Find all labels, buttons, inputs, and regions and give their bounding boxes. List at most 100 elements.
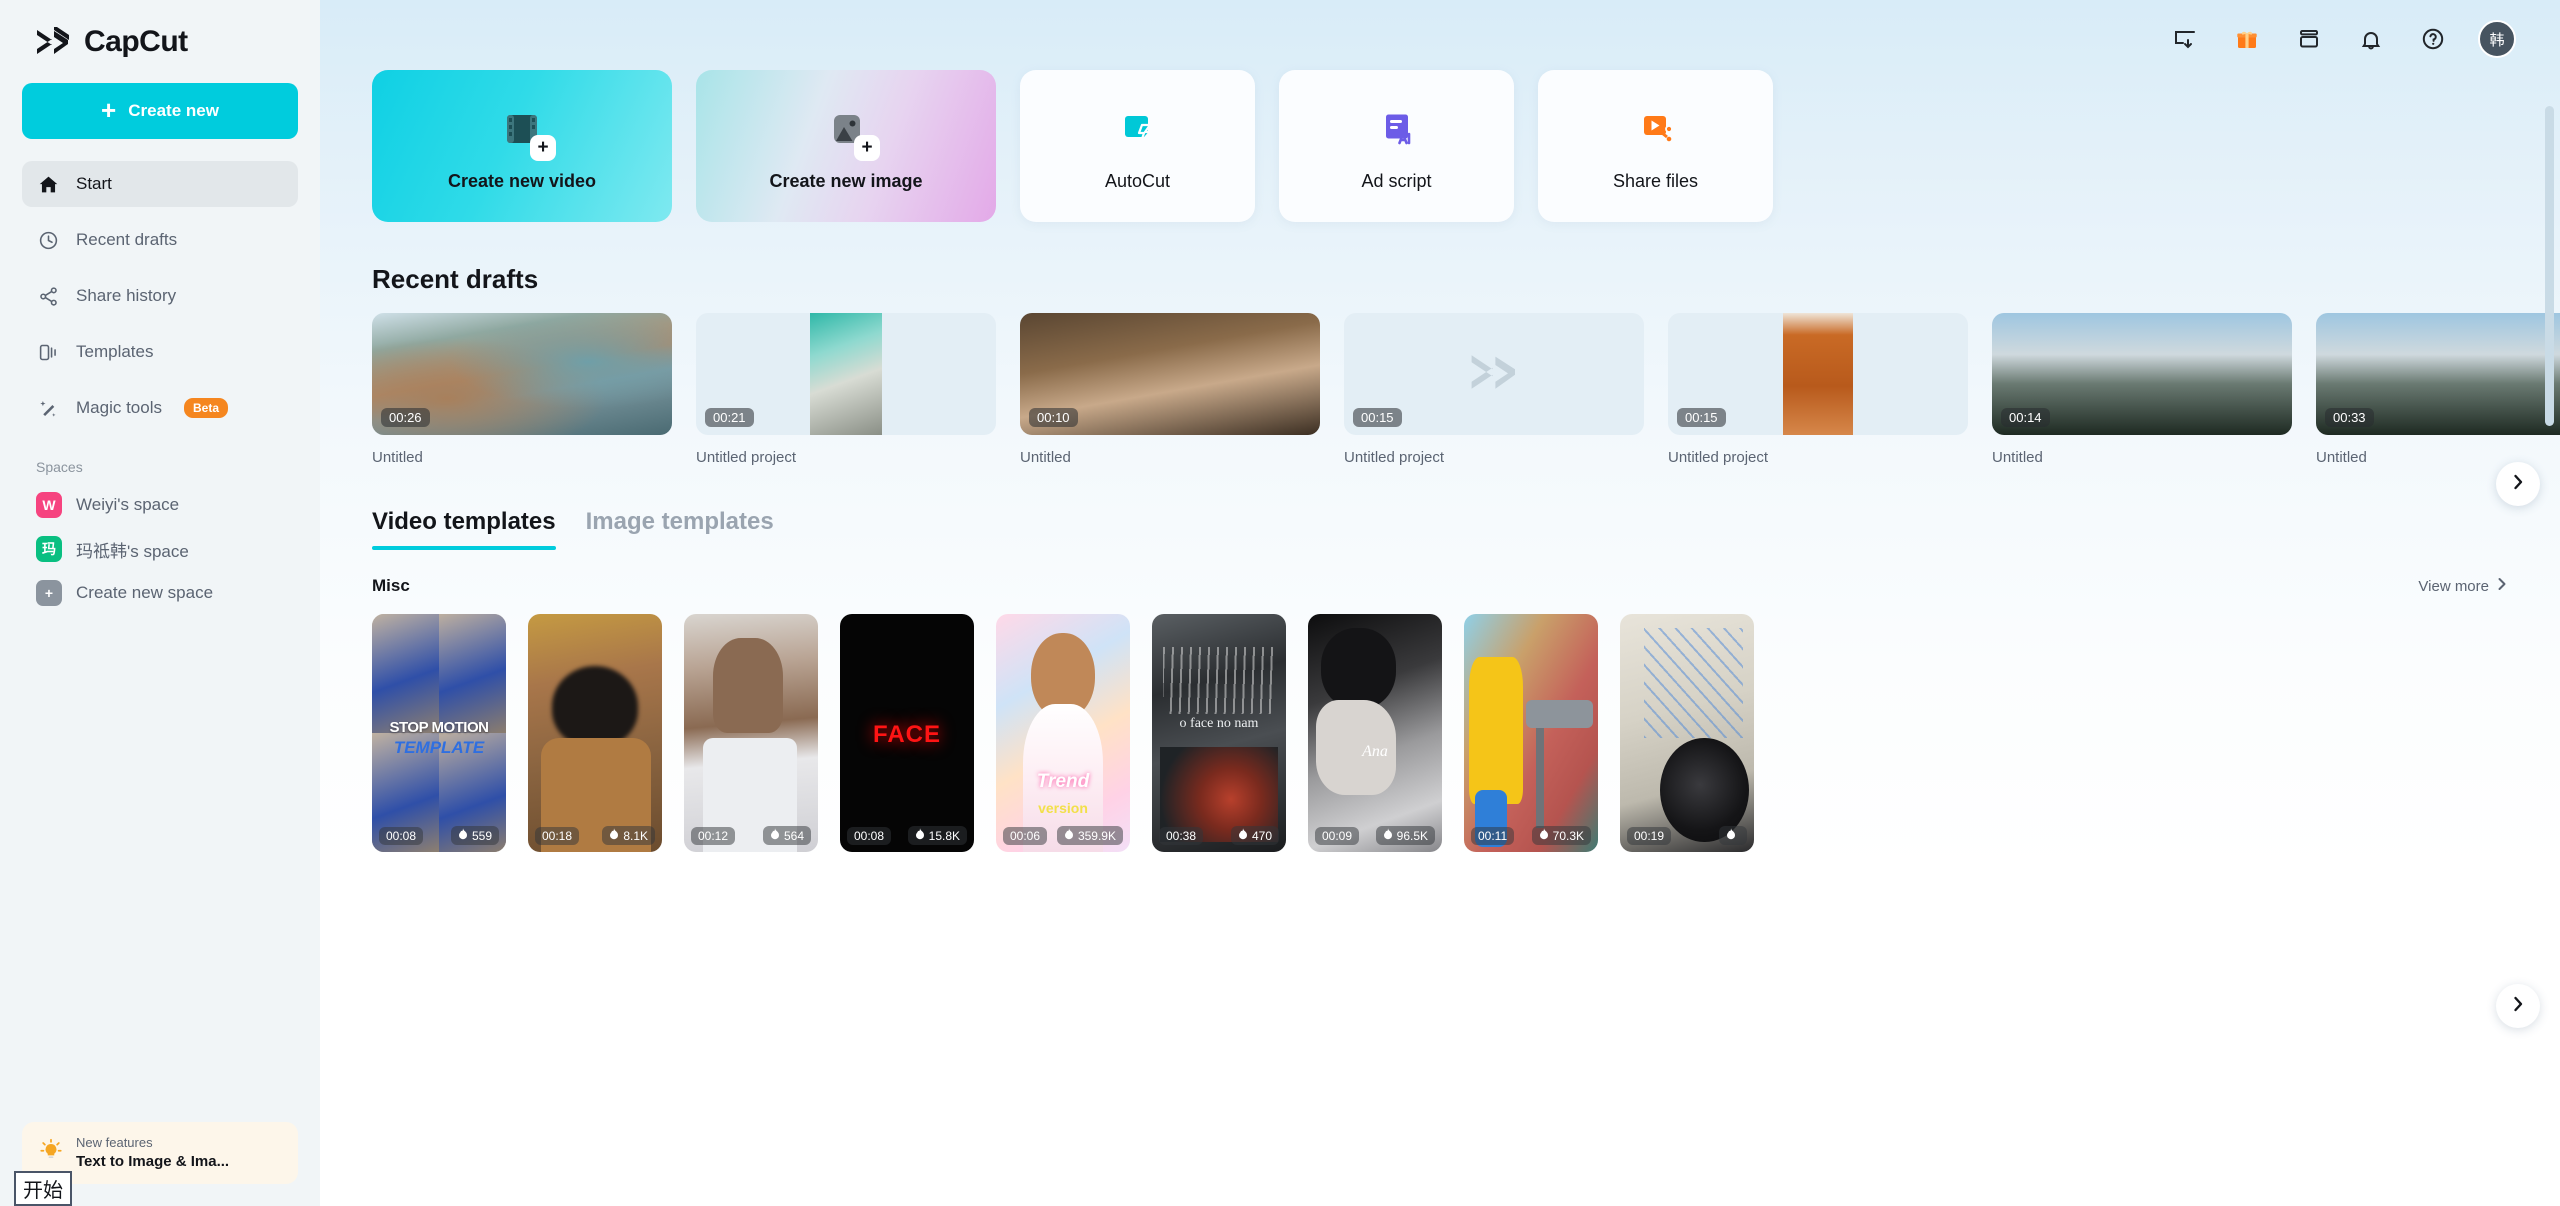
create-new-button[interactable]: + Create new — [22, 83, 298, 139]
flame-icon — [609, 828, 619, 843]
avatar: W — [36, 492, 62, 518]
draft-thumbnail[interactable]: 00:15 — [1344, 313, 1644, 435]
vertical-scrollbar[interactable] — [2545, 106, 2554, 426]
template-card[interactable]: 00:11 70.3K — [1464, 614, 1598, 852]
draft-card[interactable]: 00:15 Untitled project — [1668, 313, 1968, 466]
template-card[interactable]: 00:19 — [1620, 614, 1754, 852]
main-content: 韩 + Create new video + Create new image … — [320, 0, 2560, 1206]
draft-thumbnail[interactable]: 00:21 — [696, 313, 996, 435]
magic-wand-icon — [36, 396, 60, 420]
plus-icon: + — [101, 95, 117, 125]
space-label: Weiyi's space — [76, 495, 180, 514]
autocut-card[interactable]: AutoCut — [1020, 70, 1255, 222]
plays-count: 559 — [471, 828, 492, 843]
view-more-label: View more — [2418, 577, 2489, 595]
draft-card[interactable]: 00:15 Untitled project — [1344, 313, 1644, 466]
content-area: + Create new video + Create new image Au… — [320, 70, 2560, 852]
template-overlay-text: o face no nam — [1179, 716, 1259, 732]
ime-status-indicator: 开始 — [14, 1171, 72, 1206]
space-label: 玛祗韩's space — [76, 541, 189, 561]
share-files-card[interactable]: Share files — [1538, 70, 1773, 222]
plays-badge: 470 — [1230, 826, 1279, 845]
plays-count: 70.3K — [1552, 828, 1584, 843]
drafts-next-button[interactable] — [2496, 462, 2540, 506]
help-circle-icon[interactable] — [2416, 22, 2450, 56]
plus-icon: + — [36, 580, 62, 606]
create-new-label: Create new — [128, 101, 219, 120]
duration-badge: 00:06 — [1003, 827, 1048, 845]
plays-count: 470 — [1251, 828, 1272, 843]
avatar[interactable]: 韩 — [2478, 20, 2516, 58]
template-card[interactable]: 00:18 8.1K — [528, 614, 662, 852]
plays-count: 564 — [783, 828, 804, 843]
duration-badge: 00:33 — [2325, 408, 2374, 427]
draft-thumbnail[interactable]: 00:33 — [2316, 313, 2560, 435]
template-card[interactable]: 00:12 564 — [684, 614, 818, 852]
inbox-icon[interactable] — [2292, 22, 2326, 56]
duration-badge: 00:15 — [1677, 408, 1726, 427]
draft-card[interactable]: 00:21 Untitled project — [696, 313, 996, 466]
capcut-app: CapCut + Create new Start Recent drafts … — [0, 0, 2560, 1206]
space-item-han[interactable]: 玛 玛祗韩's space — [0, 527, 320, 571]
duration-badge: 00:38 — [1159, 827, 1204, 845]
draft-card[interactable]: 00:26 Untitled — [372, 313, 672, 466]
tab-image-templates[interactable]: Image templates — [586, 508, 774, 550]
sidebar-item-label: Share history — [76, 286, 177, 305]
duration-badge: 00:10 — [1029, 408, 1078, 427]
category-row: Misc View more — [372, 576, 2560, 596]
quick-action-row: + Create new video + Create new image Au… — [372, 70, 2560, 222]
view-more-button[interactable]: View more — [2418, 577, 2508, 595]
draft-thumbnail[interactable]: 00:10 — [1020, 313, 1320, 435]
sidebar-item-start[interactable]: Start — [22, 161, 298, 207]
plays-count: 359.9K — [1077, 828, 1116, 843]
draft-thumbnail[interactable]: 00:26 — [372, 313, 672, 435]
template-card[interactable]: STOP MOTION TEMPLATE 00:08 559 — [372, 614, 506, 852]
action-label: Ad script — [1361, 170, 1432, 191]
flame-icon — [1238, 828, 1248, 843]
gift-icon[interactable] — [2230, 22, 2264, 56]
draft-card[interactable]: 00:10 Untitled — [1020, 313, 1320, 466]
duration-badge: 00:18 — [535, 827, 580, 845]
promo-title: Text to Image & Ima... — [76, 1153, 230, 1171]
draft-card[interactable]: 00:33 Untitled — [2316, 313, 2560, 466]
duration-badge: 00:21 — [705, 408, 754, 427]
download-to-desktop-icon[interactable] — [2168, 22, 2202, 56]
tab-video-templates[interactable]: Video templates — [372, 508, 556, 550]
chevron-right-icon — [2511, 995, 2525, 1018]
flame-icon — [1539, 828, 1549, 843]
create-new-space-button[interactable]: + Create new space — [0, 571, 320, 615]
draft-card[interactable]: 00:14 Untitled — [1992, 313, 2292, 466]
capcut-logo-icon — [34, 25, 72, 57]
plays-badge: 359.9K — [1056, 826, 1123, 845]
templates-next-button[interactable] — [2496, 984, 2540, 1028]
flame-icon — [458, 828, 468, 843]
capcut-placeholder-icon — [1467, 351, 1521, 398]
flame-icon — [1726, 828, 1736, 843]
template-card[interactable]: FACE 00:08 15.8K — [840, 614, 974, 852]
create-new-image-card[interactable]: + Create new image — [696, 70, 996, 222]
create-new-video-card[interactable]: + Create new video — [372, 70, 672, 222]
draft-thumbnail[interactable]: 00:14 — [1992, 313, 2292, 435]
space-item-weiyi[interactable]: W Weiyi's space — [0, 483, 320, 527]
duration-badge: 00:08 — [847, 827, 892, 845]
duration-badge: 00:15 — [1353, 408, 1402, 427]
template-card[interactable]: Trend version 00:06 359.9K — [996, 614, 1130, 852]
ad-script-card[interactable]: Ad script — [1279, 70, 1514, 222]
plays-badge: 70.3K — [1531, 826, 1591, 845]
bell-icon[interactable] — [2354, 22, 2388, 56]
template-card[interactable]: Ana 00:09 96.5K — [1308, 614, 1442, 852]
plays-badge: 564 — [762, 826, 811, 845]
templates-icon — [36, 340, 60, 364]
sidebar-item-label: Magic tools — [76, 398, 162, 417]
plays-badge: 559 — [450, 826, 499, 845]
draft-thumbnail[interactable]: 00:15 — [1668, 313, 1968, 435]
sidebar-item-magic-tools[interactable]: Magic tools Beta — [22, 385, 298, 431]
brand-logo[interactable]: CapCut — [0, 0, 320, 60]
recent-drafts-row: 00:26 Untitled 00:21 Untitled project 00… — [372, 313, 2560, 466]
sidebar-item-recent-drafts[interactable]: Recent drafts — [22, 217, 298, 263]
template-card[interactable]: o face no nam 00:38 470 — [1152, 614, 1286, 852]
sidebar-item-share-history[interactable]: Share history — [22, 273, 298, 319]
sidebar-item-label: Templates — [76, 342, 154, 361]
sidebar-item-label: Recent drafts — [76, 230, 178, 249]
sidebar-item-templates[interactable]: Templates — [22, 329, 298, 375]
